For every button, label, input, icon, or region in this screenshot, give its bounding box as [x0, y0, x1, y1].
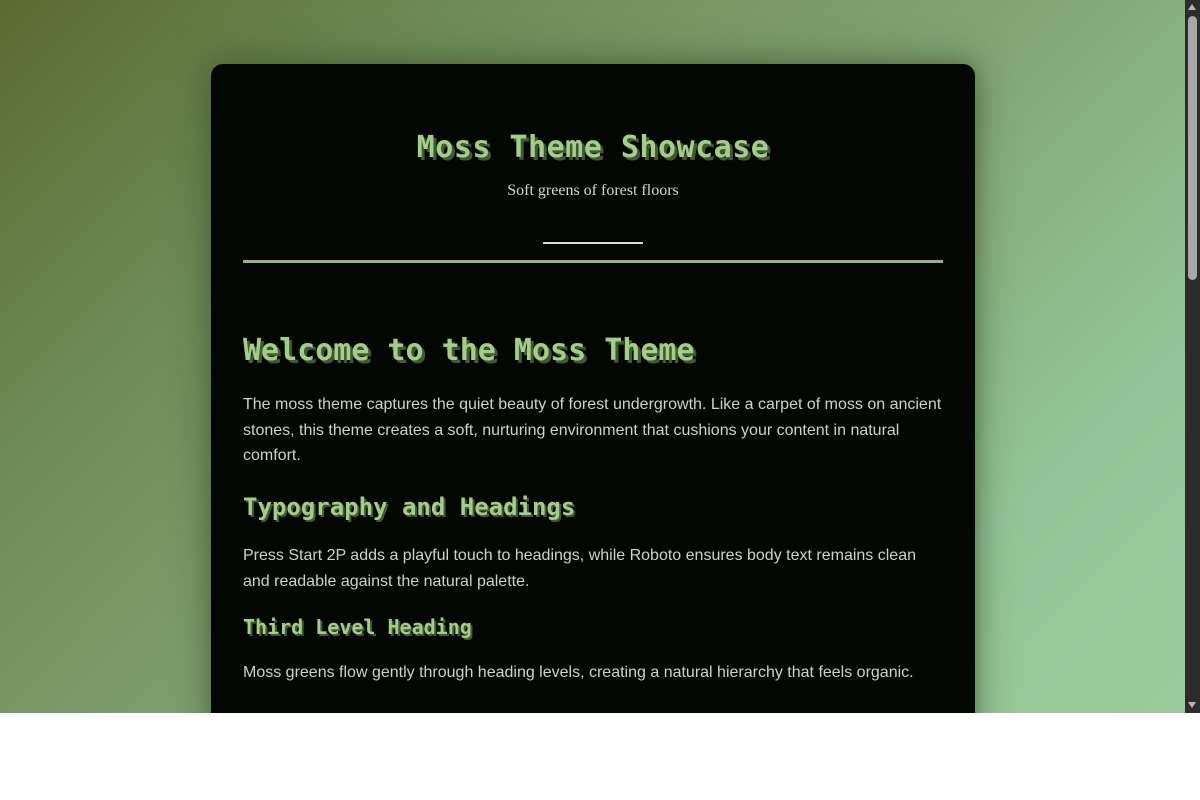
intro-paragraph: The moss theme captures the quiet beauty…: [243, 396, 942, 464]
scroll-up-arrow-icon[interactable]: [1188, 4, 1196, 10]
scrollbar-thumb[interactable]: [1188, 16, 1197, 280]
heading-typography: Typography and Headings: [243, 493, 576, 521]
third-level-paragraph: Moss greens flow gently through heading …: [243, 664, 914, 681]
heading-third-level: Third Level Heading: [243, 615, 472, 639]
typography-paragraph: Press Start 2P adds a playful touch to h…: [243, 547, 916, 590]
page-subtitle: Soft greens of forest floors: [507, 182, 679, 199]
page-title: Moss Theme Showcase: [416, 130, 770, 165]
showcase-header: Moss Theme Showcase Soft greens of fores…: [243, 64, 943, 263]
page-viewport: Moss Theme Showcase Soft greens of fores…: [0, 0, 1185, 713]
vertical-scrollbar[interactable]: [1185, 0, 1200, 713]
showcase-card: Moss Theme Showcase Soft greens of fores…: [211, 64, 975, 713]
heading-welcome: Welcome to the Moss Theme: [243, 333, 695, 368]
scroll-down-arrow-icon[interactable]: [1188, 702, 1196, 708]
header-divider: [543, 242, 643, 244]
